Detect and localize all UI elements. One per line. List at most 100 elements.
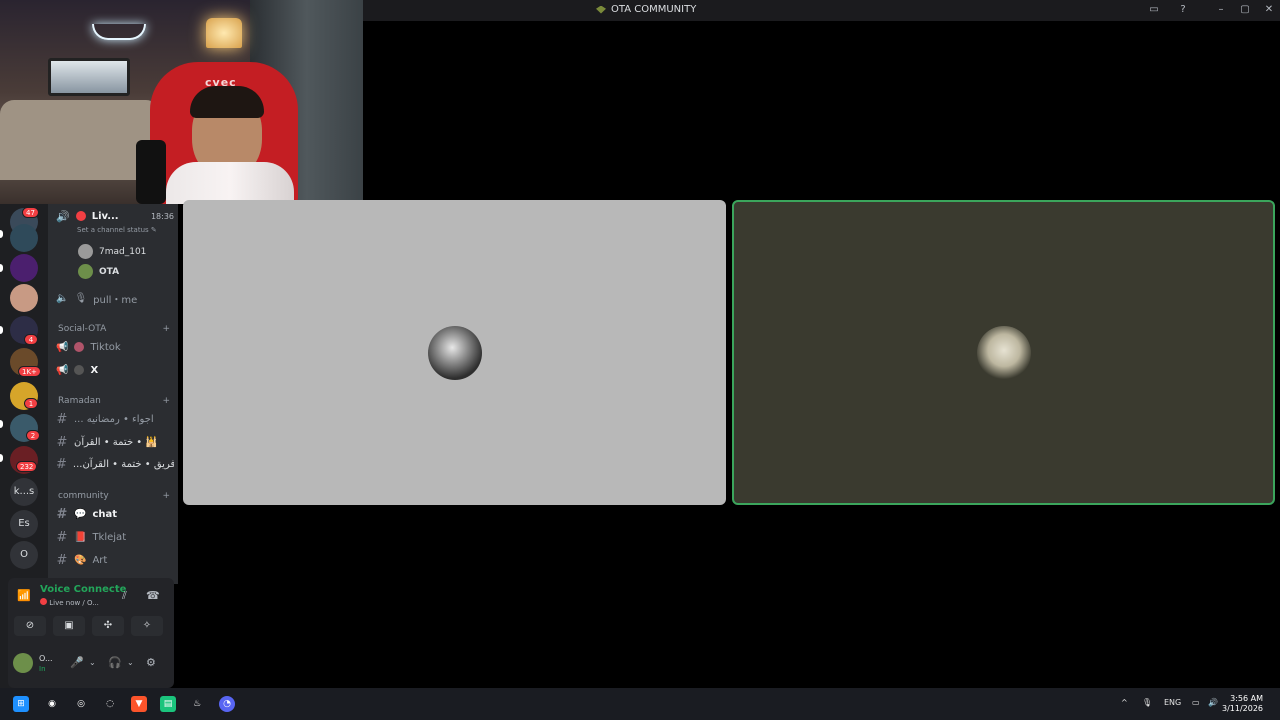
user-name: O...	[39, 654, 53, 663]
headset-options-chevron-icon[interactable]: ⌄	[127, 658, 134, 667]
green-app-icon[interactable]: ▤	[160, 696, 176, 712]
category-community[interactable]: community +	[58, 491, 170, 501]
channel-name: ... اجواء • رمضانيه	[74, 413, 154, 425]
unread-pill	[0, 264, 3, 272]
server-badge-5: 4	[24, 334, 38, 345]
webcam-lamp	[206, 18, 242, 48]
participant-tile-2-speaking[interactable]	[732, 200, 1275, 505]
disconnect-icon[interactable]: ☎	[146, 589, 160, 602]
discord-icon[interactable]: ◔	[219, 696, 235, 712]
noise-suppression-icon[interactable]: ⫽	[122, 589, 127, 603]
speaker-icon: 🔊	[56, 209, 70, 223]
signal-icon: 📶	[17, 589, 31, 602]
tray-mic-icon[interactable]: 🎙	[1142, 698, 1152, 707]
server-badge-8: 2	[26, 430, 40, 441]
tray-volume-icon[interactable]: 🔊	[1208, 698, 1218, 707]
channel-name: ختمة • القرآن • 🕌	[74, 436, 158, 448]
server-icon-4[interactable]	[10, 284, 38, 312]
brave-icon[interactable]: ▼	[131, 696, 147, 712]
channel-ramadan-3[interactable]: # ...فريق • ختمة • القرآن	[56, 454, 174, 474]
channel-name: Art	[92, 554, 108, 566]
channel-chat[interactable]: # 💬 chat	[56, 504, 174, 524]
hash-icon: #	[56, 411, 68, 427]
avatar	[78, 264, 93, 279]
taskbar-clock[interactable]: 3:56 AM 3/11/2026	[1222, 694, 1263, 714]
voice-member-2[interactable]: OTA	[78, 264, 119, 279]
tray-network-icon[interactable]: ▭	[1192, 698, 1200, 707]
live-channel-name: Liv...	[91, 210, 119, 222]
unread-pill	[0, 326, 3, 334]
channel-x[interactable]: 📢 X	[56, 360, 174, 380]
channel-tklejat[interactable]: # 📕 Tklejat	[56, 527, 174, 547]
voice-channel-subtitle[interactable]: Live now / O...	[40, 598, 99, 607]
microphone	[136, 140, 166, 204]
mic-options-chevron-icon[interactable]: ⌄	[89, 658, 96, 667]
activities-button[interactable]: ✣	[92, 616, 124, 636]
server-badge-9: 232	[16, 461, 38, 472]
mic-icon: 🎙	[74, 292, 88, 304]
voice-connected-label[interactable]: Voice Connecte	[40, 584, 126, 595]
camera-off-button[interactable]: ⊘	[14, 616, 46, 636]
screen-share-button[interactable]: ▣	[53, 616, 85, 636]
emoji-icon	[74, 365, 85, 375]
category-name: Ramadan	[58, 396, 101, 406]
category-social[interactable]: Social-OTA +	[58, 324, 170, 334]
streamer-shirt	[166, 162, 294, 204]
soundboard-button[interactable]: ✧	[131, 616, 163, 636]
add-channel-icon[interactable]: +	[162, 491, 170, 501]
channel-ramadan-2[interactable]: # ختمة • القرآن • 🕌	[56, 432, 174, 452]
member-name: OTA	[99, 266, 120, 277]
channel-name: Tklejat	[92, 531, 127, 543]
clock-date: 3/11/2026	[1222, 704, 1264, 713]
voice-member-1[interactable]: 7mad_101	[78, 244, 146, 259]
emoji-icon	[74, 342, 85, 352]
headset-button[interactable]: 🎧	[108, 656, 122, 669]
steam-icon[interactable]: ♨	[189, 696, 205, 712]
megaphone-icon: 📢	[56, 341, 69, 353]
settings-gear-icon[interactable]: ⚙	[146, 656, 156, 669]
palette-icon: 🎨	[74, 554, 87, 566]
server-icon-11[interactable]: Es	[10, 510, 38, 538]
add-channel-icon[interactable]: +	[162, 324, 170, 334]
channel-name: pull・me	[93, 294, 138, 306]
tray-language[interactable]: ENG	[1164, 698, 1181, 707]
live-voice-channel[interactable]: 🔊 Liv... 18:36	[56, 206, 174, 226]
participant-tile-1[interactable]	[183, 200, 726, 505]
help-icon[interactable]: ?	[1175, 3, 1191, 17]
server-badge-1: 47	[22, 207, 39, 218]
category-ramadan[interactable]: Ramadan +	[58, 396, 170, 406]
minimize-button[interactable]: –	[1213, 3, 1229, 17]
app-icon[interactable]: ◌	[102, 696, 118, 712]
user-avatar[interactable]	[13, 653, 33, 673]
channel-ramadan-1[interactable]: # ... اجواء • رمضانيه	[56, 409, 174, 429]
channel-status-text: Set a channel status	[77, 226, 149, 234]
unread-pill	[0, 454, 3, 462]
voice-subtitle-text: Live now / O...	[49, 599, 99, 607]
hash-icon: #	[56, 506, 68, 522]
webcam-tv	[48, 58, 130, 96]
category-name: community	[58, 491, 109, 501]
server-icon-12[interactable]: O	[10, 541, 38, 569]
channel-tiktok[interactable]: 📢 Tiktok	[56, 337, 174, 357]
voice-channel-pull[interactable]: 🔈 🎙 pull・me	[56, 288, 174, 308]
obs-icon[interactable]: ◉	[44, 696, 60, 712]
chrome-icon[interactable]: ◎	[73, 696, 89, 712]
tray-chevron-up-icon[interactable]: ^	[1121, 698, 1128, 707]
user-status: In	[39, 665, 46, 673]
channel-name: Tiktok	[90, 341, 121, 353]
server-badge-6: 1K+	[18, 366, 41, 377]
server-icon-10[interactable]: k...s	[10, 478, 38, 506]
inbox-icon[interactable]: ▭	[1146, 3, 1162, 17]
server-icon-3[interactable]	[10, 254, 38, 282]
close-button[interactable]: ✕	[1261, 3, 1277, 17]
add-channel-icon[interactable]: +	[162, 396, 170, 406]
live-dot-icon	[40, 598, 47, 605]
category-name: Social-OTA	[58, 324, 107, 334]
start-button-icon[interactable]: ⊞	[13, 696, 29, 712]
channel-status-link[interactable]: Set a channel status ✎	[77, 226, 157, 234]
channel-art[interactable]: # 🎨 Art	[56, 550, 174, 570]
server-icon-2[interactable]	[10, 224, 38, 252]
mute-mic-button[interactable]: 🎤	[70, 656, 84, 669]
speaker-icon: 🔈	[56, 292, 69, 304]
maximize-button[interactable]: ▢	[1237, 3, 1253, 17]
